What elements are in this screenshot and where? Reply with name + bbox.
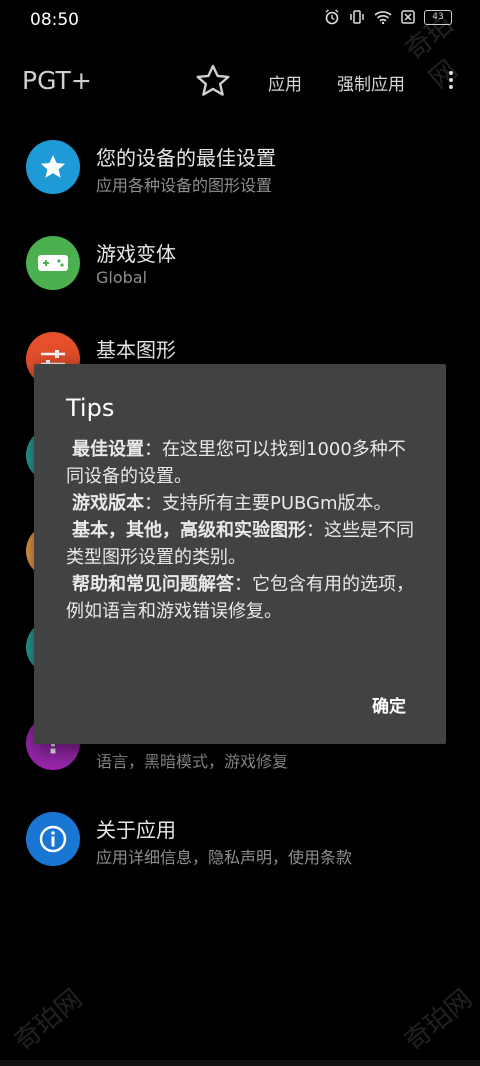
star-icon — [26, 140, 80, 194]
menu-item-about[interactable]: 关于应用 应用详细信息，隐私声明，使用条款 — [0, 792, 480, 888]
toolbar: PGT+ 应用 强制应用 — [0, 50, 480, 112]
menu-item-subtitle: 语言，黑暗模式，游戏修复 — [96, 752, 289, 771]
menu-item-title: 基本图形 — [96, 338, 176, 362]
menu-item-game-variant[interactable]: 游戏变体 Global — [0, 216, 480, 312]
menu-item-subtitle: Global — [96, 268, 148, 287]
info-icon — [26, 812, 80, 866]
app-title: PGT+ — [22, 66, 92, 95]
dialog-line-heading: 基本，其他，高级和实验图形 — [72, 520, 306, 541]
dialog-line: 基本，其他，高级和实验图形：这些是不同类型图形设置的类别。 — [66, 517, 421, 571]
menu-item-best-settings[interactable]: 您的设备的最佳设置 应用各种设备的图形设置 — [0, 120, 480, 216]
gamepad-icon — [26, 236, 80, 290]
menu-item-title: 您的设备的最佳设置 — [96, 146, 276, 170]
alarm-icon — [325, 9, 339, 25]
menu-item-subtitle: 应用详细信息，隐私声明，使用条款 — [96, 848, 353, 867]
dialog-body: 最佳设置：在这里您可以找到1000多种不同设备的设置。 游戏版本：支持所有主要P… — [66, 436, 421, 625]
wifi-icon — [374, 11, 392, 24]
dialog-line-heading: 最佳设置 — [72, 439, 144, 460]
dialog-title: Tips — [66, 394, 115, 422]
dialog-line: 游戏版本：支持所有主要PUBGm版本。 — [66, 490, 421, 517]
dialog-line: 帮助和常见问题解答：它包含有用的选项，例如语言和游戏错误修复。 — [66, 571, 421, 625]
dialog-line-text: ：支持所有主要PUBGm版本。 — [144, 493, 392, 514]
watermark: 奇珀网 — [399, 983, 479, 1057]
vibrate-icon — [350, 10, 364, 24]
status-time: 08:50 — [30, 10, 79, 30]
navigation-bar — [0, 1060, 480, 1066]
dialog-line: 最佳设置：在这里您可以找到1000多种不同设备的设置。 — [66, 436, 421, 490]
watermark: 奇珀网 — [9, 983, 89, 1057]
tips-dialog: Tips 最佳设置：在这里您可以找到1000多种不同设备的设置。 游戏版本：支持… — [34, 364, 446, 744]
ok-button[interactable]: 确定 — [372, 692, 406, 717]
force-apply-button[interactable]: 强制应用 — [337, 70, 405, 95]
menu-item-title: 游戏变体 — [96, 242, 176, 266]
dialog-line-heading: 帮助和常见问题解答 — [72, 574, 234, 595]
menu-item-subtitle: 应用各种设备的图形设置 — [96, 176, 273, 195]
menu-item-title: 关于应用 — [96, 818, 176, 842]
apply-button[interactable]: 应用 — [268, 70, 302, 95]
favorite-star-icon[interactable] — [194, 62, 232, 100]
dialog-line-heading: 游戏版本 — [72, 493, 144, 514]
